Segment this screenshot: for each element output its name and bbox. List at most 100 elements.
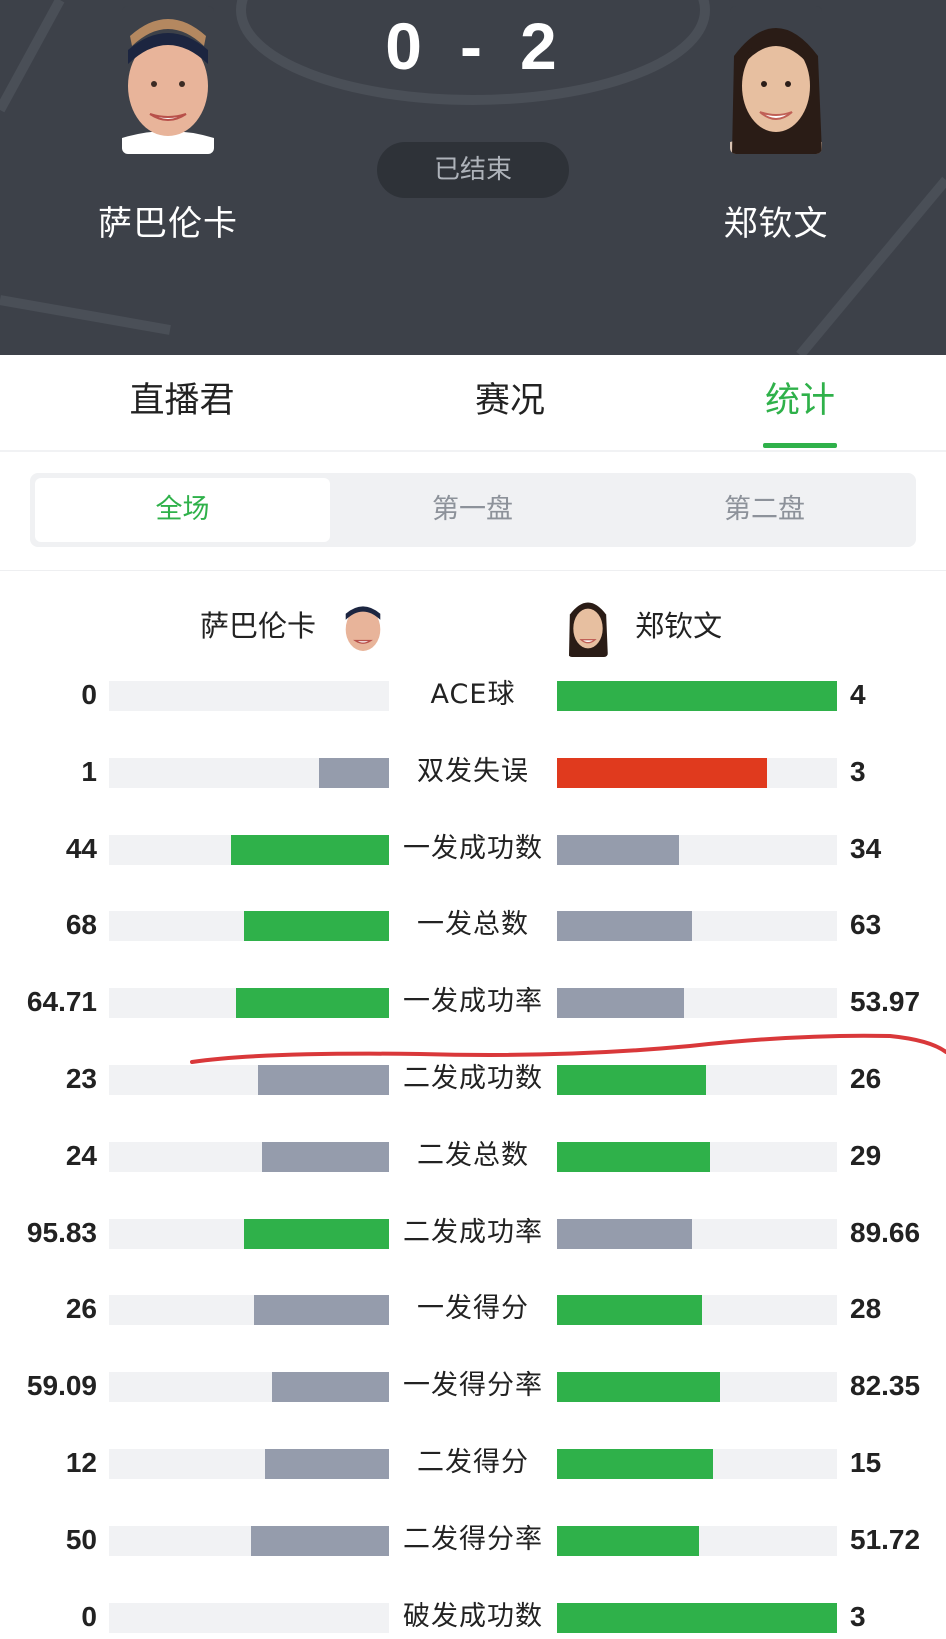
stat-right-value: 63 — [850, 909, 882, 940]
stat-right-bar-track — [557, 1142, 837, 1172]
stat-right-bar-track — [557, 988, 837, 1018]
stat-label: 二发总数 — [417, 1140, 529, 1171]
stat-right-bar-track — [557, 911, 837, 941]
stat-right-bar-fill — [557, 1526, 699, 1556]
stat-left-value: 59.09 — [26, 1370, 97, 1401]
stat-label: 一发成功率 — [403, 986, 543, 1017]
stat-right-bar-track — [557, 681, 837, 711]
stat-right-value: 26 — [850, 1063, 882, 1094]
stat-left-value: 12 — [65, 1447, 97, 1478]
stat-left-bar-track — [109, 1065, 389, 1095]
stat-right-bar-track — [557, 1603, 837, 1633]
stat-label: 二发成功数 — [403, 1063, 543, 1094]
player2-name: 郑钦文 — [723, 204, 829, 244]
stat-left-value: 95.83 — [26, 1217, 97, 1248]
segment-set-1[interactable]: 第一盘 — [325, 478, 620, 542]
stat-label: 破发成功数 — [403, 1601, 543, 1632]
stat-label: 二发得分率 — [403, 1524, 543, 1555]
stat-left-bar-fill — [251, 1526, 389, 1556]
stat-row: 0 ACE球 4 — [0, 679, 946, 711]
stat-left-value: 44 — [65, 833, 97, 864]
stat-right-bar-fill — [557, 1295, 702, 1325]
stat-right-value: 53.97 — [850, 986, 921, 1017]
tab-live[interactable]: 直播君 — [82, 355, 282, 450]
stat-left-bar-track — [109, 758, 389, 788]
stat-label: 一发得分率 — [403, 1370, 543, 1401]
segment-divider — [0, 570, 946, 571]
stat-left-bar-fill — [244, 911, 389, 941]
player2-block[interactable]: 郑钦文 — [646, 0, 906, 245]
stat-row: 50 二发得分率 51.72 — [0, 1524, 946, 1556]
stat-right-bar-track — [557, 835, 837, 865]
stat-left-bar-track — [109, 1449, 389, 1479]
stat-left-bar-fill — [254, 1295, 389, 1325]
player1-avatar — [122, 6, 214, 154]
stat-right-bar-track — [557, 758, 837, 788]
stat-right-value: 28 — [850, 1293, 882, 1324]
stat-row: 1 双发失误 3 — [0, 756, 946, 788]
stat-row: 64.71 一发成功率 53.97 — [0, 986, 946, 1018]
stat-left-value: 68 — [65, 909, 97, 940]
stat-left-bar-track — [109, 1526, 389, 1556]
stat-label: 二发成功率 — [403, 1217, 543, 1248]
stat-right-bar-fill — [557, 988, 684, 1018]
segment-set-2[interactable]: 第二盘 — [617, 478, 912, 542]
stat-row: 44 一发成功数 34 — [0, 833, 946, 865]
stat-right-bar-track — [557, 1449, 837, 1479]
stat-row: 59.09 一发得分率 82.35 — [0, 1370, 946, 1402]
stat-row: 95.83 二发成功率 89.66 — [0, 1217, 946, 1249]
player1-block[interactable]: 萨巴伦卡 — [38, 0, 298, 245]
stat-left-bar-track — [109, 1603, 389, 1633]
set-segment-control: 全场 第一盘 第二盘 — [30, 473, 916, 547]
stat-left-bar-track — [109, 1372, 389, 1402]
stat-row: 23 二发成功数 26 — [0, 1063, 946, 1095]
stat-left-bar-track — [109, 835, 389, 865]
stat-label: ACE球 — [430, 679, 516, 710]
player1-name: 萨巴伦卡 — [98, 204, 238, 244]
stat-right-value: 3 — [850, 1601, 866, 1632]
stat-left-bar-track — [109, 1142, 389, 1172]
stat-left-bar-fill — [231, 835, 389, 865]
stat-right-bar-track — [557, 1219, 837, 1249]
stat-row: 26 一发得分 28 — [0, 1293, 946, 1325]
stat-right-bar-fill — [557, 681, 837, 711]
match-header: 萨巴伦卡 0-2 已结束 郑钦文 — [0, 0, 946, 355]
segment-full-match[interactable]: 全场 — [35, 478, 330, 542]
match-score: 0-2 — [340, 8, 606, 84]
stat-label: 一发成功数 — [403, 833, 543, 864]
stat-left-value: 24 — [65, 1140, 97, 1171]
stat-left-value: 23 — [65, 1063, 97, 1094]
stat-left-bar-track — [109, 911, 389, 941]
stat-right-bar-fill — [557, 758, 767, 788]
stat-right-bar-fill — [557, 1372, 720, 1402]
stat-right-bar-fill — [557, 1603, 837, 1633]
stat-row: 68 一发总数 63 — [0, 909, 946, 941]
stat-right-bar-fill — [557, 911, 692, 941]
stat-right-bar-track — [557, 1526, 837, 1556]
stat-left-value: 0 — [81, 1601, 97, 1632]
stat-row: 24 二发总数 29 — [0, 1140, 946, 1172]
stat-left-bar-fill — [262, 1142, 389, 1172]
stat-right-value: 15 — [850, 1447, 882, 1478]
stat-left-bar-track — [109, 1295, 389, 1325]
player1-sets-won: 0 — [385, 9, 426, 83]
match-status-badge: 已结束 — [377, 142, 569, 198]
stat-right-bar-fill — [557, 835, 679, 865]
stat-right-bar-fill — [557, 1065, 706, 1095]
stat-left-bar-track — [109, 988, 389, 1018]
stat-left-value: 64.71 — [26, 986, 97, 1017]
stat-right-value: 82.35 — [850, 1370, 921, 1401]
stat-left-bar-fill — [258, 1065, 389, 1095]
stat-right-value: 34 — [850, 833, 882, 864]
stat-right-bar-fill — [557, 1449, 713, 1479]
stats-player2-avatar — [568, 593, 608, 657]
stats-player1-avatar — [343, 593, 384, 657]
tab-match-status[interactable]: 赛况 — [410, 355, 610, 450]
stat-label: 双发失误 — [417, 756, 529, 787]
active-tab-indicator — [763, 443, 837, 448]
stat-label: 一发得分 — [417, 1293, 529, 1324]
stat-right-bar-track — [557, 1065, 837, 1095]
stat-left-bar-fill — [272, 1372, 389, 1402]
stat-left-bar-fill — [236, 988, 389, 1018]
tab-stats[interactable]: 统计 — [700, 355, 900, 450]
